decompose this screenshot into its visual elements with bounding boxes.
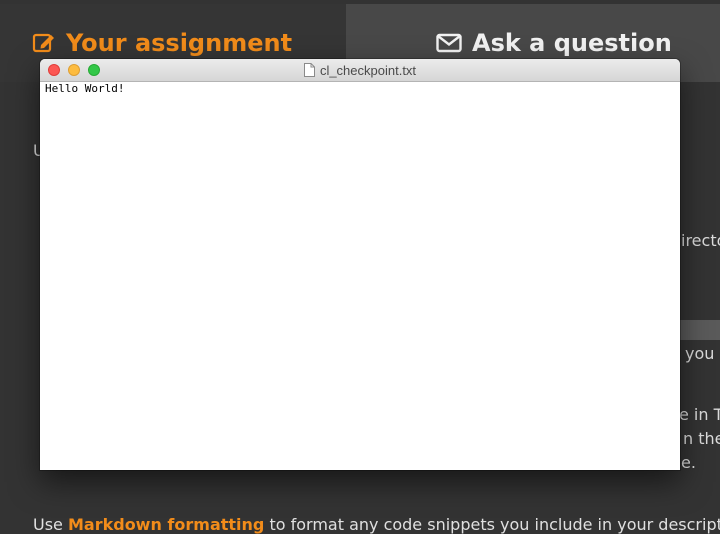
markdown-help-prefix: Use	[33, 515, 68, 534]
background-divider	[680, 320, 720, 340]
edit-icon	[32, 32, 56, 54]
background-text-right-5: e.	[681, 453, 696, 472]
window-titlebar[interactable]: cl_checkpoint.txt	[40, 59, 680, 82]
background-text-right-4: n the	[683, 429, 720, 448]
window-title-text: cl_checkpoint.txt	[319, 62, 417, 78]
text-editor-window[interactable]: cl_checkpoint.txt Hello World!	[40, 59, 680, 470]
background-text-right-2: you c	[685, 344, 720, 363]
background-text-right-3: e in T	[679, 405, 720, 424]
tab-ask-a-question-label: Ask a question	[472, 29, 672, 57]
background-text-right-1: irecto	[681, 231, 720, 250]
markdown-formatting-link[interactable]: Markdown formatting	[68, 515, 264, 534]
editor-text-area[interactable]: Hello World!	[40, 82, 680, 470]
markdown-help-suffix: to format any code snippets you include …	[269, 515, 720, 534]
window-title: cl_checkpoint.txt	[40, 59, 680, 81]
envelope-icon	[436, 33, 462, 53]
document-icon	[303, 63, 315, 77]
markdown-help-text: Use Markdown formatting to format any co…	[33, 515, 720, 534]
page: Your assignment Ask a question U irecto …	[0, 0, 720, 534]
tab-your-assignment-label: Your assignment	[66, 29, 293, 57]
